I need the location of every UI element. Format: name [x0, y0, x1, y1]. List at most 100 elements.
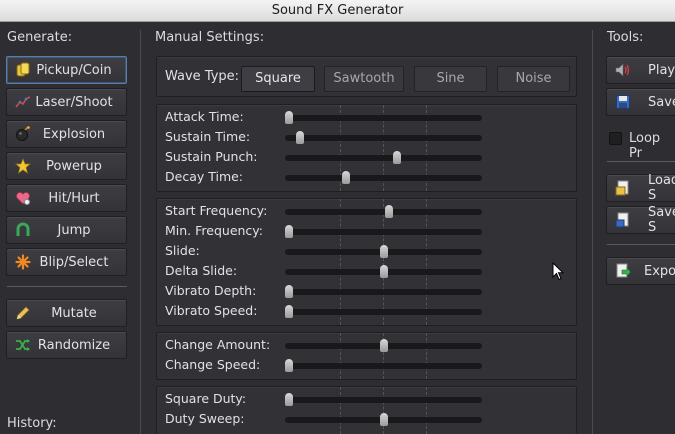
slide-label: Slide: [165, 243, 200, 258]
delta-slide-slider[interactable] [285, 265, 482, 278]
change-amount-label: Change Amount: [165, 337, 271, 352]
duty-sweep-row: Duty Sweep: [165, 409, 570, 429]
square-duty-label: Square Duty: [165, 391, 247, 406]
save-sound-button[interactable]: Save S [606, 205, 675, 235]
wave-noise-button[interactable]: Noise [497, 66, 570, 92]
wave-sawtooth-button[interactable]: Sawtooth [324, 66, 404, 92]
load-sound-label: Load S [648, 173, 675, 203]
sustain-time-slider-thumb[interactable] [296, 131, 305, 144]
mouse-cursor-icon [552, 261, 565, 285]
vibrato-depth-slider[interactable] [285, 285, 482, 298]
start-frequency-slider[interactable] [285, 205, 482, 218]
min-frequency-slider[interactable] [285, 225, 482, 238]
min-frequency-label: Min. Frequency: [165, 223, 264, 238]
hit-hurt-label: Hit/Hurt [48, 190, 100, 206]
loop-play-checkbox[interactable] [609, 132, 622, 145]
decay-time-row: Decay Time: [165, 167, 570, 187]
wave-square-button[interactable]: Square [241, 66, 315, 92]
play-label: Play [648, 62, 675, 78]
export-button[interactable]: Export [606, 257, 675, 285]
change-amount-slider-thumb[interactable] [379, 339, 388, 352]
right-separator [592, 30, 593, 434]
laser-shoot-button[interactable]: Laser/Shoot [6, 88, 127, 116]
save-sound-label: Save S [648, 205, 675, 235]
left-separator [140, 30, 141, 434]
change-amount-row: Change Amount: [165, 335, 570, 355]
sparkle-icon [14, 253, 32, 271]
pickup-coin-button[interactable]: Pickup/Coin [6, 56, 127, 84]
shuffle-icon [14, 336, 32, 354]
save-label: Save [648, 94, 675, 110]
change-speed-label: Change Speed: [165, 357, 261, 372]
mutate-label: Mutate [51, 305, 97, 321]
wave-type-group: Wave Type: Square Sawtooth Sine Noise [156, 56, 577, 97]
frequency-group: Start Frequency: Min. Frequency: Slide: Del… [156, 198, 577, 326]
load-file-icon [614, 179, 632, 197]
load-sound-button[interactable]: Load S [606, 173, 675, 203]
export-icon [614, 262, 632, 280]
attack-time-slider[interactable] [285, 111, 482, 124]
powerup-label: Powerup [46, 158, 102, 174]
laser-icon [14, 93, 32, 111]
change-speed-slider[interactable] [285, 359, 482, 372]
square-duty-row: Square Duty: [165, 389, 570, 409]
jump-label: Jump [57, 222, 91, 238]
sustain-time-row: Sustain Time: [165, 127, 570, 147]
vibrato-depth-label: Vibrato Depth: [165, 283, 257, 298]
speaker-icon [614, 61, 632, 79]
tools-divider-1 [607, 161, 675, 162]
envelope-group: Attack Time: Sustain Time: Sustain Punch: D… [156, 104, 577, 192]
save-button[interactable]: Save [606, 88, 675, 116]
delta-slide-slider-thumb[interactable] [379, 265, 388, 278]
pencil-icon [14, 304, 32, 322]
heart-icon [14, 189, 32, 207]
coin-icon [14, 61, 32, 79]
start-frequency-label: Start Frequency: [165, 203, 268, 218]
powerup-button[interactable]: Powerup [6, 152, 127, 180]
vibrato-speed-slider[interactable] [285, 305, 482, 318]
attack-time-label: Attack Time: [165, 109, 244, 124]
sustain-punch-slider[interactable] [285, 151, 482, 164]
slide-slider[interactable] [285, 245, 482, 258]
decay-time-slider[interactable] [285, 171, 482, 184]
randomize-label: Randomize [37, 337, 111, 353]
duty-group: Square Duty: Duty Sweep: [156, 386, 577, 434]
randomize-button[interactable]: Randomize [6, 331, 127, 359]
square-duty-slider-thumb[interactable] [285, 393, 293, 406]
explosion-button[interactable]: Explosion [6, 120, 127, 148]
jump-button[interactable]: Jump [6, 216, 127, 244]
slide-slider-thumb[interactable] [379, 245, 388, 258]
square-duty-slider[interactable] [285, 393, 482, 406]
manual-settings-heading: Manual Settings: [155, 30, 265, 45]
hit-hurt-button[interactable]: Hit/Hurt [6, 184, 127, 212]
vibrato-speed-slider-thumb[interactable] [285, 305, 293, 318]
change-group: Change Amount: Change Speed: [156, 332, 577, 380]
sustain-punch-slider-thumb[interactable] [392, 151, 401, 164]
attack-time-slider-thumb[interactable] [285, 111, 293, 124]
laser-shoot-label: Laser/Shoot [35, 94, 113, 110]
history-heading: History: [7, 416, 57, 431]
start-frequency-slider-thumb[interactable] [385, 205, 394, 218]
tools-divider-2 [607, 244, 675, 245]
sustain-time-slider[interactable] [285, 131, 482, 144]
vibrato-depth-slider-thumb[interactable] [285, 285, 293, 298]
play-button[interactable]: Play [606, 56, 675, 84]
duty-sweep-slider-thumb[interactable] [379, 413, 388, 426]
wave-sine-button[interactable]: Sine [414, 66, 487, 92]
pickup-coin-label: Pickup/Coin [36, 62, 112, 78]
duty-sweep-label: Duty Sweep: [165, 411, 245, 426]
change-speed-slider-thumb[interactable] [285, 359, 293, 372]
duty-sweep-slider[interactable] [285, 413, 482, 426]
min-frequency-slider-thumb[interactable] [285, 225, 293, 238]
star-icon [14, 157, 32, 175]
mutate-button[interactable]: Mutate [6, 299, 127, 327]
min-frequency-row: Min. Frequency: [165, 221, 570, 241]
blip-select-button[interactable]: Blip/Select [6, 248, 127, 276]
decay-time-slider-thumb[interactable] [341, 171, 350, 184]
vibrato-speed-row: Vibrato Speed: [165, 301, 570, 321]
change-amount-slider[interactable] [285, 339, 482, 352]
vibrato-speed-label: Vibrato Speed: [165, 303, 258, 318]
export-label: Export [644, 263, 675, 279]
change-speed-row: Change Speed: [165, 355, 570, 375]
wave-type-label: Wave Type: [165, 69, 240, 84]
